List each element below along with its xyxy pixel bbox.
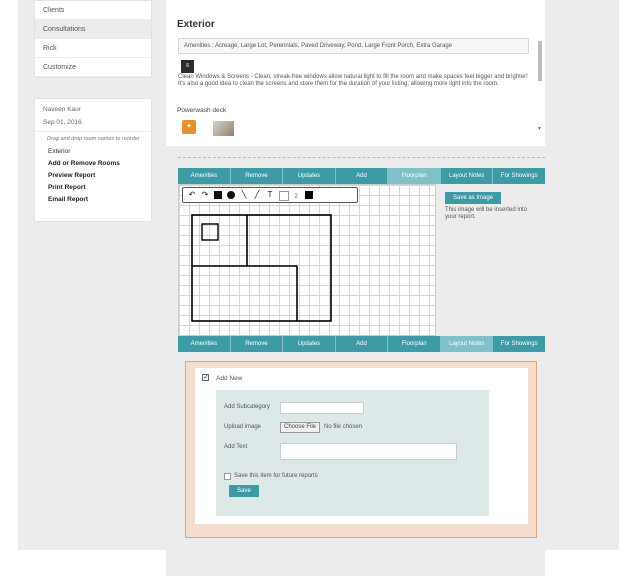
spray-icon: ✦ xyxy=(182,120,196,134)
room-details-panel: Exterior Amenities : Acreage, Large Lot,… xyxy=(166,0,545,146)
circle-tool-icon[interactable] xyxy=(225,189,237,201)
sidebar-nav: Clients Consultations Rick Customize xyxy=(34,0,152,78)
tab-add[interactable]: Add xyxy=(334,168,388,184)
tab-remove[interactable]: Remove xyxy=(229,168,283,184)
item-title: Powerwash deck xyxy=(177,107,227,114)
nav-consultations[interactable]: Consultations xyxy=(35,20,151,39)
tab-layout-notes[interactable]: Layout Notes xyxy=(439,336,493,352)
floorplan-drawing xyxy=(191,214,332,322)
checkmark-icon: ✓ xyxy=(203,374,209,381)
add-new-checkbox[interactable]: ✓ xyxy=(202,374,209,381)
reorder-hint: Drag and drop room names to reorder xyxy=(47,136,140,142)
choose-file-button[interactable]: Choose File xyxy=(280,422,321,433)
save-as-image-button[interactable]: Save as Image xyxy=(445,192,501,204)
tab-for-showings[interactable]: For Showings xyxy=(492,168,546,184)
room-title: Exterior xyxy=(177,19,215,30)
document-icon: ≡ xyxy=(181,60,194,73)
tab-updates[interactable]: Updates xyxy=(282,168,335,184)
tab-for-showings[interactable]: For Showings xyxy=(492,336,546,352)
save-for-future-label: Save this item for future reports xyxy=(234,473,318,479)
tab-layout-notes[interactable]: Layout Notes xyxy=(439,168,493,184)
add-text-label: Add Text xyxy=(224,444,248,450)
add-text-input[interactable] xyxy=(280,443,457,460)
email-report-link[interactable]: Email Report xyxy=(35,194,151,206)
nav-customize[interactable]: Customize xyxy=(35,58,151,77)
tab-add[interactable]: Add xyxy=(334,336,388,352)
room-exterior-link[interactable]: Exterior xyxy=(35,146,151,158)
add-remove-rooms-link[interactable]: Add or Remove Rooms xyxy=(35,158,151,170)
subcategory-label: Add Subcategory xyxy=(224,404,271,410)
print-report-link[interactable]: Print Report xyxy=(35,182,151,194)
drawing-toolbar: ↶ ↷ ╲ ╱ T 2 xyxy=(182,187,358,203)
item-description: Clean Windows & Screens - Clean, streak-… xyxy=(178,74,528,87)
consultation-sidebar: Naveen Kaur Sep 01, 2016 Drag and drop r… xyxy=(34,98,152,222)
line-tool-icon[interactable]: ╲ xyxy=(238,189,250,201)
tab-floorplan[interactable]: Floorplan xyxy=(387,336,440,352)
add-new-label: Add New xyxy=(216,375,243,382)
stroke-size-selector[interactable]: 2 xyxy=(290,189,302,201)
add-note-form: Add Subcategory Upload image Choose File… xyxy=(216,390,489,516)
nav-clients[interactable]: Clients xyxy=(35,1,151,20)
tab-floorplan[interactable]: Floorplan xyxy=(387,168,440,184)
nav-rick[interactable]: Rick xyxy=(35,39,151,58)
eraser-tool-icon[interactable] xyxy=(277,189,289,201)
add-new-card: ✓ Add New Add Subcategory Upload image C… xyxy=(195,368,528,524)
save-button[interactable]: Save xyxy=(229,485,259,497)
preview-report-link[interactable]: Preview Report xyxy=(35,170,151,182)
tab-amenities[interactable]: Amenities xyxy=(178,168,230,184)
text-tool-icon[interactable]: T xyxy=(264,189,276,201)
tab-updates[interactable]: Updates xyxy=(282,336,335,352)
layout-notes-panel: ✓ Add New Add Subcategory Upload image C… xyxy=(185,361,537,538)
tabbar-top: Amenities Remove Updates Add Floorplan L… xyxy=(178,168,546,184)
subcategory-input[interactable] xyxy=(280,402,364,414)
redo-icon[interactable]: ↷ xyxy=(199,189,211,201)
save-image-note: This image will be inserted into your re… xyxy=(445,207,528,220)
rectangle-tool-icon[interactable] xyxy=(212,189,224,201)
scroll-down-arrow-icon[interactable]: ▾ xyxy=(538,125,541,132)
undo-icon[interactable]: ↶ xyxy=(186,189,198,201)
pencil-tool-icon[interactable]: ╱ xyxy=(251,189,263,201)
main-content: Exterior Amenities : Acreage, Large Lot,… xyxy=(166,0,546,576)
scrollbar-thumb[interactable] xyxy=(538,41,542,81)
section-divider xyxy=(178,157,545,158)
save-for-future-checkbox[interactable] xyxy=(224,473,231,480)
amenities-tag-bar: Amenities : Acreage, Large Lot, Perennia… xyxy=(178,38,529,54)
tab-remove[interactable]: Remove xyxy=(229,336,283,352)
consultation-date: Sep 01, 2016 xyxy=(35,116,151,132)
file-status: No file chosen xyxy=(324,424,363,430)
client-name: Naveen Kaur xyxy=(43,106,81,113)
details-scrollbar[interactable] xyxy=(538,39,542,131)
tabbar-bottom: Amenities Remove Updates Add Floorplan L… xyxy=(178,336,546,352)
tab-amenities[interactable]: Amenities xyxy=(178,336,230,352)
color-picker-icon[interactable] xyxy=(303,189,315,201)
upload-image-label: Upload image xyxy=(224,424,262,430)
powerwash-thumbnail[interactable] xyxy=(213,121,234,136)
